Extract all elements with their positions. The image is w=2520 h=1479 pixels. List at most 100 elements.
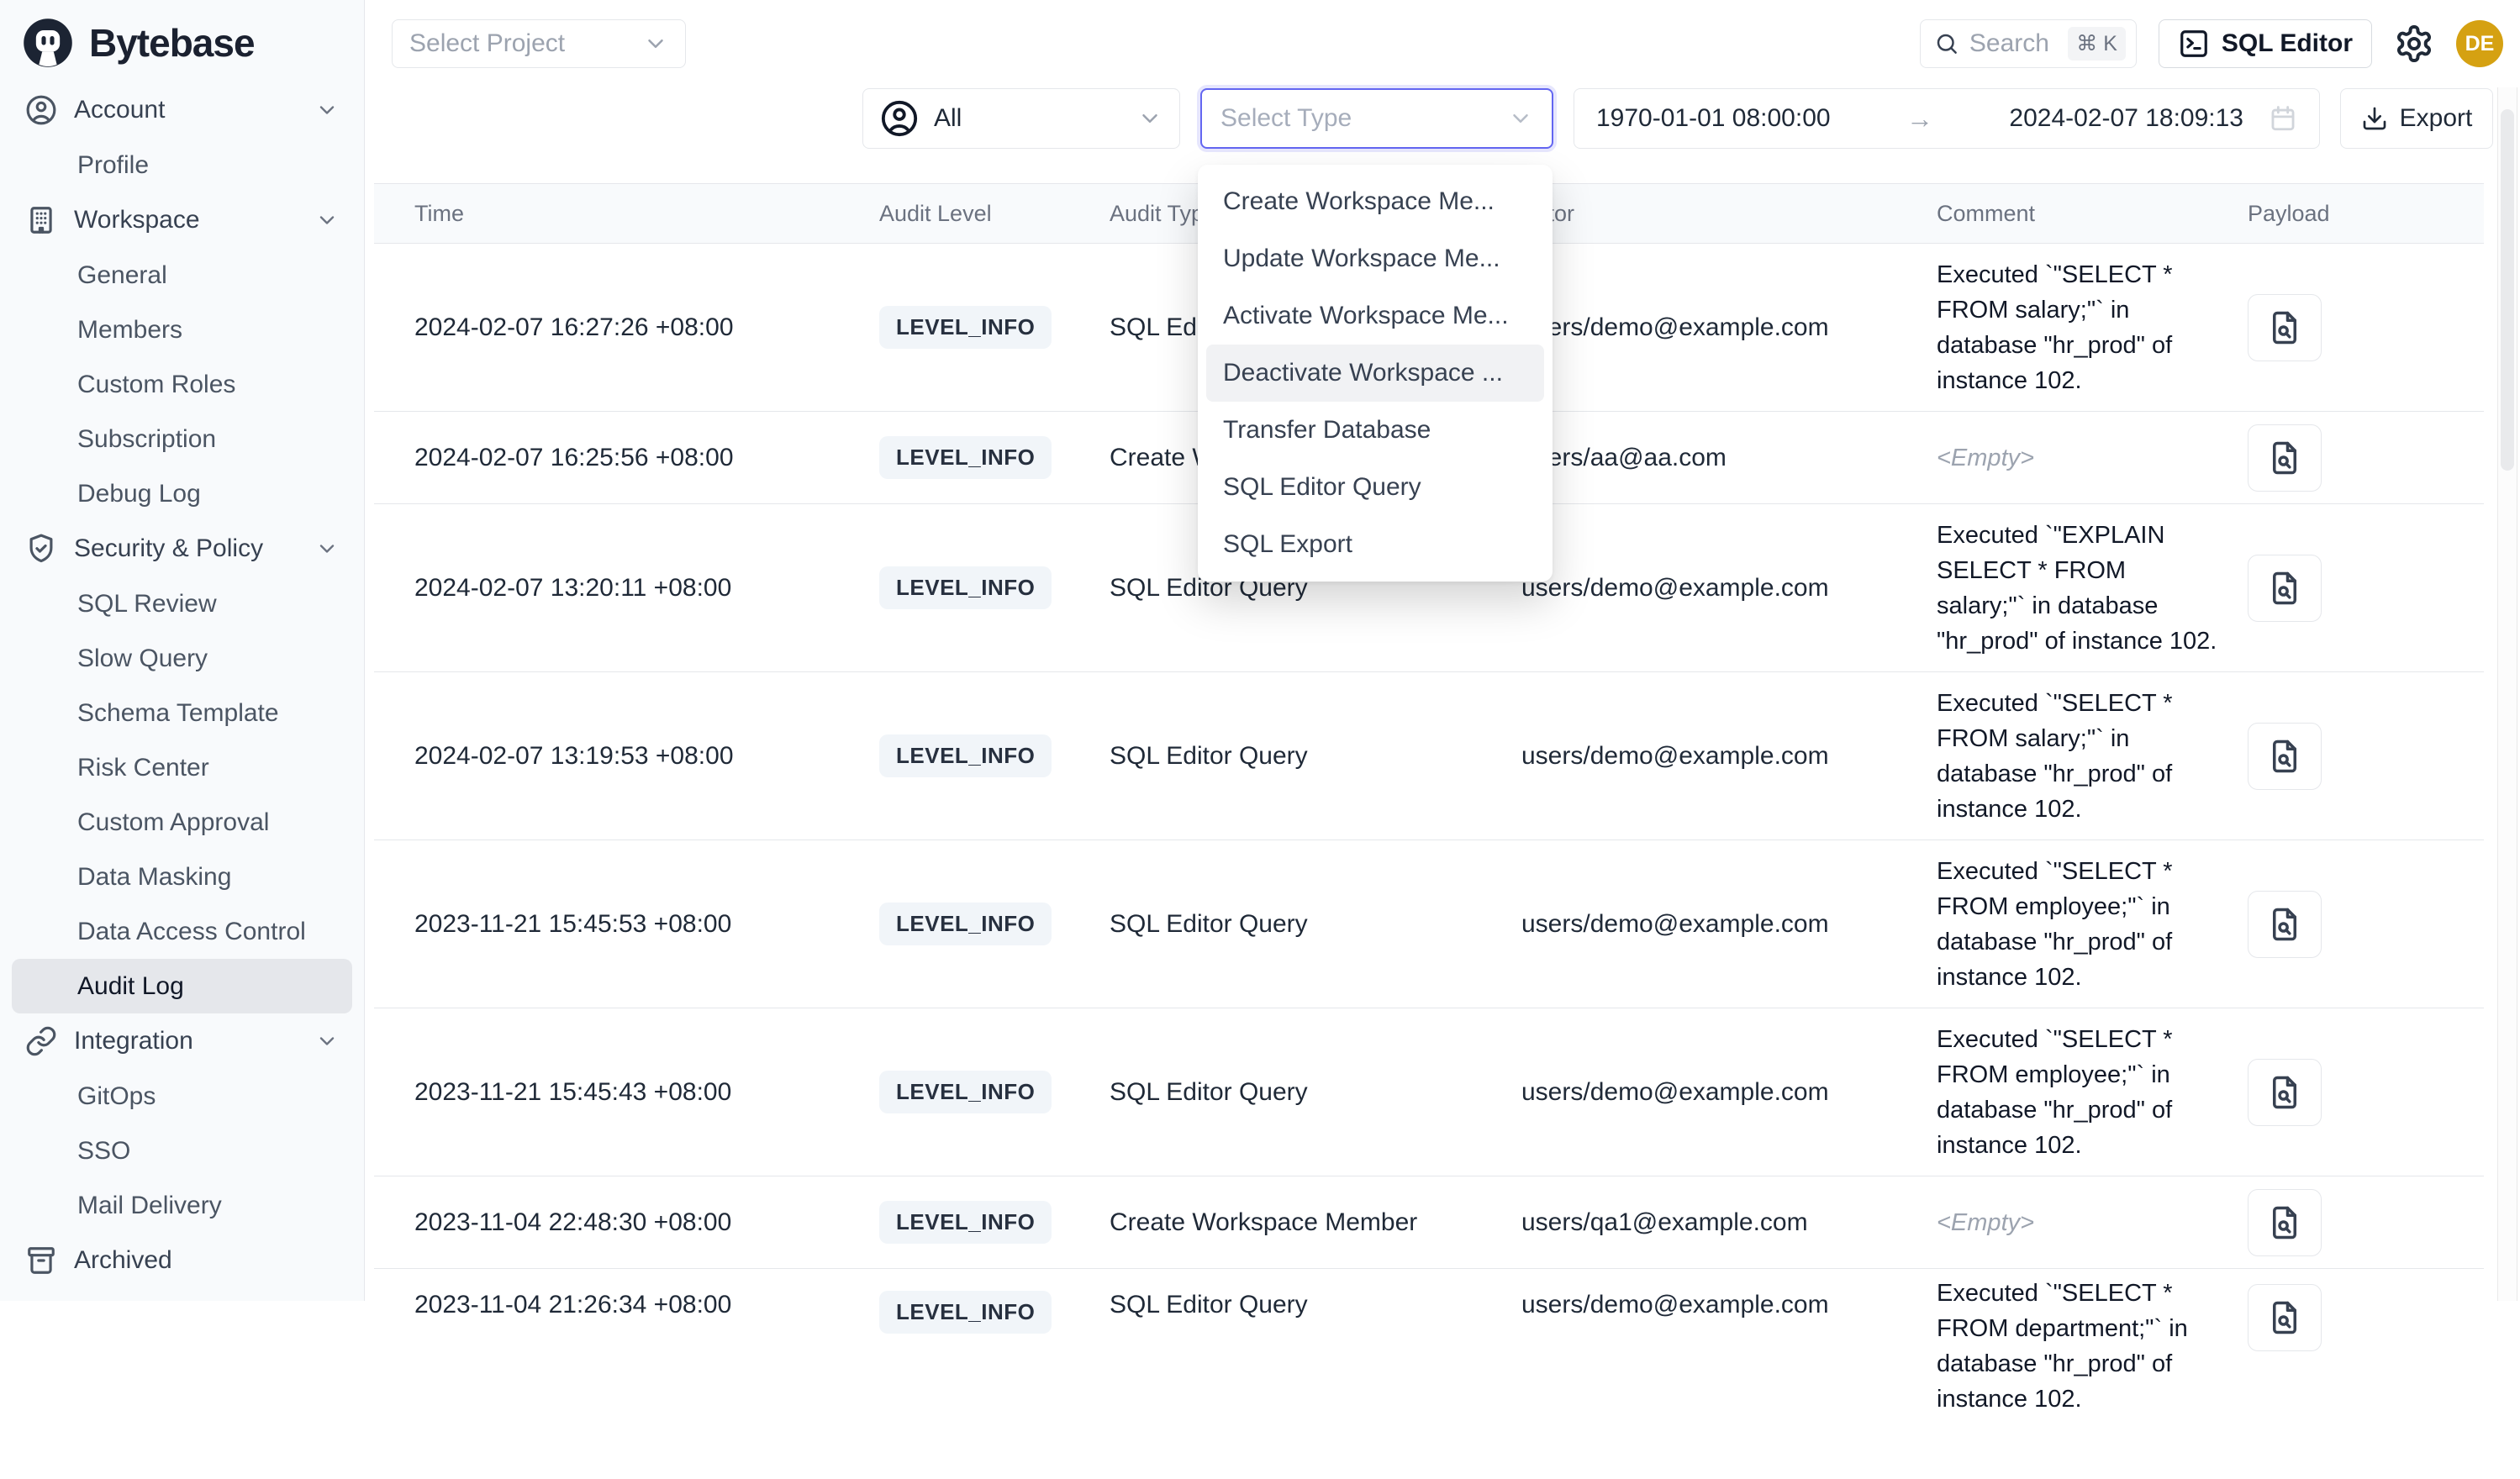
brand[interactable]: Bytebase	[0, 0, 364, 79]
file-search-icon	[2267, 571, 2302, 606]
comment-value: Executed `"SELECT * FROM employee;"` in …	[1937, 854, 2221, 995]
sidebar-nav: AccountProfileWorkspaceGeneralMembersCus…	[0, 79, 364, 1292]
table-row: 2023-11-21 15:45:53 +08:00LEVEL_INFOSQL …	[374, 840, 2484, 1008]
sidebar-group-archived[interactable]: Archived	[12, 1233, 352, 1288]
sidebar-item-mail-delivery[interactable]: Mail Delivery	[12, 1178, 352, 1233]
column-header-comment: Comment	[1923, 184, 2234, 243]
project-select[interactable]: Select Project	[392, 19, 686, 68]
view-payload-button[interactable]	[2248, 1059, 2322, 1126]
view-payload-button[interactable]	[2248, 424, 2322, 492]
sidebar-group-label: Integration	[74, 1027, 193, 1055]
terminal-icon	[2178, 28, 2210, 60]
sidebar-item-sql-review[interactable]: SQL Review	[12, 576, 352, 631]
comment-value: <Empty>	[1937, 1205, 2034, 1240]
actor-value: users/demo@example.com	[1521, 742, 1829, 771]
dropdown-option-create-workspace-me[interactable]: Create Workspace Me...	[1198, 173, 1553, 230]
dropdown-option-sql-editor-query[interactable]: SQL Editor Query	[1198, 459, 1553, 516]
actor-value: users/qa1@example.com	[1521, 1208, 1808, 1237]
sidebar: Bytebase AccountProfileWorkspaceGeneralM…	[0, 0, 365, 1301]
chevron-down-icon	[315, 537, 339, 561]
search-input[interactable]: Search ⌘ K	[1920, 19, 2137, 68]
column-header-actor: Actor	[1508, 184, 1923, 243]
file-search-icon	[2267, 310, 2302, 345]
sidebar-group-label: Workspace	[74, 206, 200, 234]
user-circle-icon	[25, 94, 57, 126]
sidebar-group-security-policy[interactable]: Security & Policy	[12, 521, 352, 576]
comment-value: Executed `"EXPLAIN SELECT * FROM salary;…	[1937, 518, 2221, 659]
sidebar-item-general[interactable]: General	[12, 248, 352, 303]
search-icon	[1934, 31, 1959, 56]
sidebar-item-gitops[interactable]: GitOps	[12, 1069, 352, 1124]
view-payload-button[interactable]	[2248, 891, 2322, 958]
date-to-value: 2024-02-07 18:09:13	[2009, 104, 2243, 133]
sidebar-item-data-masking[interactable]: Data Masking	[12, 850, 352, 904]
dropdown-option-transfer-database[interactable]: Transfer Database	[1198, 402, 1553, 459]
comment-value: Executed `"SELECT * FROM employee;"` in …	[1937, 1022, 2221, 1163]
sidebar-group-integration[interactable]: Integration	[12, 1013, 352, 1069]
view-payload-button[interactable]	[2248, 1189, 2322, 1256]
audit-type-value: SQL Editor Query	[1110, 910, 1308, 939]
export-button[interactable]: Export	[2340, 88, 2493, 149]
sql-editor-button[interactable]: SQL Editor	[2159, 19, 2372, 68]
actor-value: users/demo@example.com	[1521, 313, 1829, 342]
actor-value: users/demo@example.com	[1521, 574, 1829, 603]
file-search-icon	[2267, 907, 2302, 942]
audit-type-value: SQL Editor Query	[1110, 1291, 1308, 1319]
view-payload-button[interactable]	[2248, 723, 2322, 790]
sidebar-item-members[interactable]: Members	[12, 303, 352, 357]
sidebar-group-label: Security & Policy	[74, 534, 263, 563]
sidebar-group-label: Account	[74, 96, 165, 124]
sidebar-item-custom-roles[interactable]: Custom Roles	[12, 357, 352, 412]
topbar-right-cluster: Search ⌘ K SQL Editor DE	[1920, 19, 2503, 68]
avatar[interactable]: DE	[2456, 20, 2503, 67]
audit-level-badge: LEVEL_INFO	[879, 566, 1052, 609]
actor-filter-select[interactable]: All	[862, 88, 1180, 149]
type-filter-placeholder: Select Type	[1220, 104, 1352, 133]
actor-value: users/demo@example.com	[1521, 1291, 1829, 1319]
sidebar-item-schema-template[interactable]: Schema Template	[12, 686, 352, 740]
dropdown-option-activate-workspace-me[interactable]: Activate Workspace Me...	[1198, 287, 1553, 345]
file-search-icon	[2267, 739, 2302, 774]
audit-level-badge: LEVEL_INFO	[879, 1201, 1052, 1244]
search-placeholder: Search	[1969, 29, 2049, 58]
gear-icon[interactable]	[2394, 24, 2434, 64]
comment-value: Executed `"SELECT * FROM salary;"` in da…	[1937, 686, 2221, 827]
time-value: 2024-02-07 16:25:56 +08:00	[414, 444, 734, 472]
brand-name: Bytebase	[89, 20, 255, 66]
type-filter-select[interactable]: Select Type	[1200, 88, 1553, 149]
dropdown-option-sql-export[interactable]: SQL Export	[1198, 516, 1553, 573]
archive-icon	[25, 1245, 57, 1276]
sidebar-item-sso[interactable]: SSO	[12, 1124, 352, 1178]
column-header-audit-level: Audit Level	[866, 184, 1096, 243]
comment-value: Executed `"SELECT * FROM department;"` i…	[1937, 1276, 2221, 1417]
view-payload-button[interactable]	[2248, 294, 2322, 361]
chevron-down-icon	[1137, 106, 1162, 131]
scrollbar[interactable]	[2497, 87, 2517, 1301]
sidebar-item-subscription[interactable]: Subscription	[12, 412, 352, 466]
dropdown-option-update-workspace-me[interactable]: Update Workspace Me...	[1198, 230, 1553, 287]
scrollbar-thumb[interactable]	[2501, 109, 2514, 471]
sidebar-item-risk-center[interactable]: Risk Center	[12, 740, 352, 795]
audit-level-badge: LEVEL_INFO	[879, 903, 1052, 945]
view-payload-button[interactable]	[2248, 555, 2322, 622]
chevron-down-icon	[315, 208, 339, 232]
export-label: Export	[2400, 104, 2473, 133]
calendar-icon	[2269, 104, 2297, 133]
date-range-picker[interactable]: 1970-01-01 08:00:00 → 2024-02-07 18:09:1…	[1574, 88, 2320, 149]
audit-level-badge: LEVEL_INFO	[879, 1291, 1052, 1334]
time-value: 2024-02-07 13:20:11 +08:00	[414, 574, 731, 603]
view-payload-button[interactable]	[2248, 1284, 2322, 1351]
sidebar-item-slow-query[interactable]: Slow Query	[12, 631, 352, 686]
sidebar-item-data-access-control[interactable]: Data Access Control	[12, 904, 352, 959]
sidebar-item-profile[interactable]: Profile	[12, 138, 352, 192]
sidebar-item-audit-log[interactable]: Audit Log	[12, 959, 352, 1013]
sidebar-item-custom-approval[interactable]: Custom Approval	[12, 795, 352, 850]
sidebar-group-account[interactable]: Account	[12, 82, 352, 138]
comment-value: Executed `"SELECT * FROM salary;"` in da…	[1937, 257, 2221, 398]
audit-level-badge: LEVEL_INFO	[879, 306, 1052, 349]
dropdown-option-deactivate-workspace[interactable]: Deactivate Workspace ...	[1206, 345, 1544, 402]
bytebase-logo-icon	[22, 17, 74, 69]
sidebar-group-workspace[interactable]: Workspace	[12, 192, 352, 248]
chevron-down-icon	[315, 1029, 339, 1053]
sidebar-item-debug-log[interactable]: Debug Log	[12, 466, 352, 521]
